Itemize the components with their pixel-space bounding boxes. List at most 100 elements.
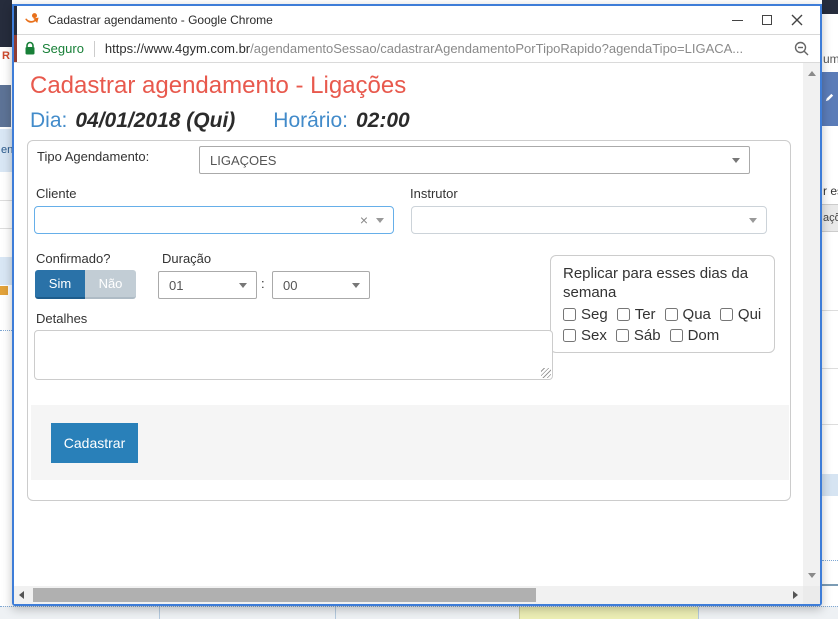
confirmado-yes-button[interactable]: Sim bbox=[35, 270, 85, 299]
background-blue-header bbox=[822, 72, 838, 126]
confirmado-label: Confirmado? bbox=[36, 251, 110, 267]
background-page-left: R ent bbox=[0, 0, 12, 619]
background-column-line bbox=[159, 607, 160, 619]
background-row-line bbox=[0, 200, 12, 201]
window-titlebar[interactable]: Cadastrar agendamento - Google Chrome bbox=[14, 6, 820, 34]
cliente-label: Cliente bbox=[36, 186, 76, 202]
detalhes-label: Detalhes bbox=[36, 311, 87, 327]
scroll-down-icon[interactable] bbox=[808, 573, 816, 578]
secure-lock-icon bbox=[24, 41, 36, 56]
form-footer: Cadastrar bbox=[31, 405, 789, 480]
dia-sab-label: Sáb bbox=[634, 327, 661, 344]
duracao-hours-value: 01 bbox=[159, 278, 239, 293]
dia-ter-checkbox[interactable] bbox=[617, 308, 630, 321]
zoom-out-icon[interactable] bbox=[794, 41, 810, 57]
duracao-hours-select[interactable]: 01 bbox=[158, 271, 257, 299]
scrollbar-corner bbox=[803, 586, 820, 604]
dia-qui-label: Qui bbox=[738, 306, 761, 323]
dias-row-2: Sex Sáb Dom bbox=[563, 327, 774, 344]
horario-value: 02:00 bbox=[356, 109, 410, 133]
dia-dom: Dom bbox=[670, 327, 720, 344]
background-dotted-line bbox=[0, 330, 12, 331]
duracao-minutes-value: 00 bbox=[273, 278, 352, 293]
chevron-down-icon bbox=[352, 283, 360, 288]
background-orange-block bbox=[0, 286, 8, 295]
replicar-title: Replicar para esses dias da semana bbox=[563, 264, 763, 302]
maximize-button[interactable] bbox=[752, 8, 782, 32]
background-row-line bbox=[822, 310, 838, 311]
horizontal-scrollbar[interactable] bbox=[14, 586, 803, 604]
background-text-fragment: r es bbox=[823, 184, 838, 198]
dia-dom-label: Dom bbox=[688, 327, 720, 344]
duracao-label: Duração bbox=[162, 251, 211, 267]
dia-seg: Seg bbox=[563, 306, 608, 323]
background-row-line bbox=[822, 368, 838, 369]
url-text[interactable]: https://www.4gym.com.br/agendamentoSessa… bbox=[105, 41, 786, 56]
url-bar[interactable]: Seguro https://www.4gym.com.br/agendamen… bbox=[14, 34, 820, 63]
duracao-separator: : bbox=[261, 276, 265, 291]
background-gray-box: açõ bbox=[822, 204, 838, 232]
close-icon bbox=[791, 14, 803, 26]
instrutor-select[interactable] bbox=[411, 206, 767, 234]
background-row-line bbox=[0, 228, 12, 229]
pencil-icon bbox=[824, 92, 835, 103]
dia-ter: Ter bbox=[617, 306, 656, 323]
dia-sex-label: Sex bbox=[581, 327, 607, 344]
background-row-highlight bbox=[822, 474, 838, 496]
dia-qua-checkbox[interactable] bbox=[665, 308, 678, 321]
chevron-down-icon bbox=[749, 218, 757, 223]
scroll-left-icon[interactable] bbox=[19, 591, 24, 599]
dia-sab: Sáb bbox=[616, 327, 661, 344]
background-yellow-cell bbox=[519, 607, 699, 619]
background-dark-bar bbox=[0, 0, 12, 47]
scroll-right-icon[interactable] bbox=[793, 591, 798, 599]
background-row-highlight: ent bbox=[0, 129, 12, 172]
chevron-down-icon bbox=[376, 218, 384, 223]
tipo-agendamento-select[interactable]: LIGAÇOES bbox=[199, 146, 750, 174]
vertical-scrollbar[interactable] bbox=[803, 63, 820, 586]
background-header-block bbox=[0, 85, 11, 127]
background-text-fragment: um bbox=[823, 52, 838, 66]
replicar-dias-box: Replicar para esses dias da semana Seg T… bbox=[550, 255, 775, 353]
scroll-up-icon[interactable] bbox=[808, 71, 816, 76]
window-title: Cadastrar agendamento - Google Chrome bbox=[48, 13, 273, 27]
dia-sab-checkbox[interactable] bbox=[616, 329, 629, 342]
background-text-fragment: ent bbox=[1, 144, 12, 156]
dia-seg-checkbox[interactable] bbox=[563, 308, 576, 321]
dia-sex: Sex bbox=[563, 327, 607, 344]
minimize-icon bbox=[732, 20, 743, 21]
window-edge-artifact bbox=[14, 35, 17, 62]
background-page-right: um r es açõ bbox=[822, 0, 838, 619]
dia-qui-checkbox[interactable] bbox=[720, 308, 733, 321]
site-favicon-icon bbox=[24, 12, 40, 28]
background-page-bottom bbox=[0, 606, 838, 619]
dia-dom-checkbox[interactable] bbox=[670, 329, 683, 342]
background-text-fragment: açõ bbox=[823, 212, 838, 224]
appointment-datetime: Dia: 04/01/2018 (Qui) Horário: 02:00 bbox=[30, 109, 410, 133]
window-edge-artifact bbox=[14, 6, 17, 35]
detalhes-textarea[interactable] bbox=[34, 330, 553, 380]
background-row-highlight bbox=[0, 257, 12, 285]
dias-row-1: Seg Ter Qua Qui bbox=[563, 306, 774, 323]
dia-seg-label: Seg bbox=[581, 306, 608, 323]
dia-qua: Qua bbox=[665, 306, 711, 323]
minimize-button[interactable] bbox=[722, 8, 752, 32]
chevron-down-icon bbox=[732, 158, 740, 163]
window-controls bbox=[722, 6, 812, 34]
cadastrar-button[interactable]: Cadastrar bbox=[51, 423, 138, 463]
close-button[interactable] bbox=[782, 8, 812, 32]
background-column-line bbox=[335, 607, 336, 619]
tipo-agendamento-value: LIGAÇOES bbox=[200, 153, 732, 168]
url-path: /agendamentoSessao/cadastrarAgendamentoP… bbox=[250, 41, 743, 56]
background-text-fragment: R bbox=[2, 50, 10, 62]
clear-selection-icon[interactable]: × bbox=[360, 213, 368, 227]
maximize-icon bbox=[762, 15, 772, 25]
confirmado-no-button[interactable]: Não bbox=[85, 270, 136, 299]
instrutor-label: Instrutor bbox=[410, 186, 458, 202]
appointment-form-panel: Tipo Agendamento: LIGAÇOES Cliente × Ins… bbox=[27, 140, 791, 501]
horizontal-scrollbar-thumb[interactable] bbox=[33, 588, 536, 602]
cliente-select[interactable]: × bbox=[34, 206, 394, 234]
dia-sex-checkbox[interactable] bbox=[563, 329, 576, 342]
duracao-minutes-select[interactable]: 00 bbox=[272, 271, 370, 299]
page-content: Cadastrar agendamento - Ligações Dia: 04… bbox=[14, 63, 820, 604]
